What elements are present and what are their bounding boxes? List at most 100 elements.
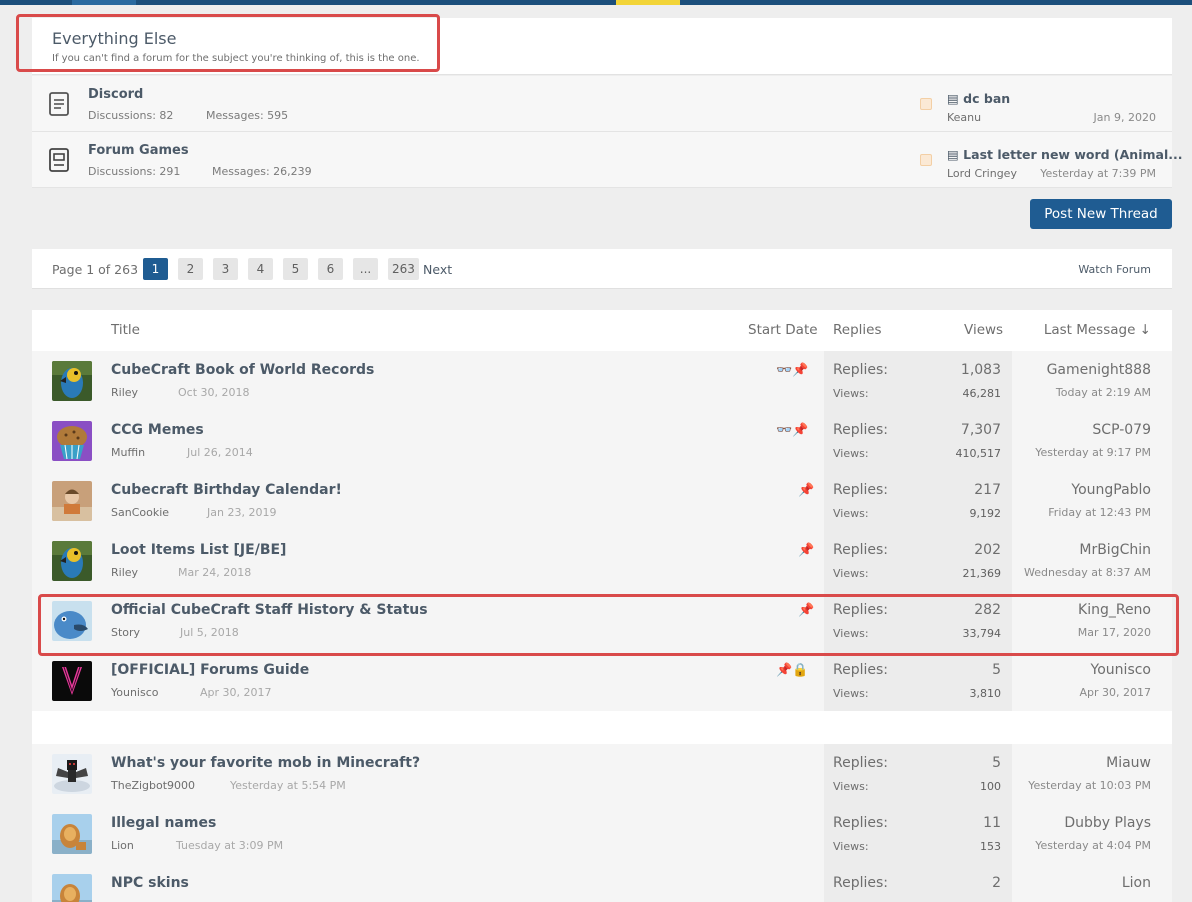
thread-author[interactable]: Riley [111,566,138,579]
replies-label: Replies: [833,875,889,891]
page-link-3[interactable]: 3 [213,258,238,280]
page-link-1[interactable]: 1 [143,258,168,280]
last-message-date[interactable]: Yesterday at 4:04 PM [1035,839,1151,852]
avatar[interactable] [52,421,92,461]
column-title[interactable]: Title [111,322,140,338]
thread-title[interactable]: Illegal names [111,815,216,831]
thread-title[interactable]: [OFFICIAL] Forums Guide [111,662,309,678]
thread-author[interactable]: Riley [111,386,138,399]
replies-label: Replies: [833,815,889,831]
thread-row[interactable]: NPC skinsReplies:Views:2Lion [32,864,1172,902]
forum-node-last-user[interactable]: Lord Cringey [947,167,1017,180]
thread-start-date[interactable]: Jan 23, 2019 [207,506,276,519]
avatar[interactable] [52,754,92,794]
replies-count: 7,307 [960,422,1001,438]
column-last-message[interactable]: Last Message ↓ [1044,322,1151,338]
thread-start-date[interactable]: Mar 24, 2018 [178,566,251,579]
page-jump-ellipsis[interactable]: ... [353,258,378,280]
views-count: 410,517 [955,447,1002,460]
thread-row[interactable]: Official CubeCraft Staff History & Statu… [32,591,1172,651]
page-link-2[interactable]: 2 [178,258,203,280]
last-message-user[interactable]: SCP-079 [1092,422,1151,438]
thread-author[interactable]: Younisco [111,686,159,699]
forum-node-last-post[interactable]: ▤ Last letter new word (Animal... [947,147,1182,162]
rss-icon[interactable] [920,154,932,166]
avatar[interactable] [52,541,92,581]
thread-author[interactable]: Lion [111,839,134,852]
avatar[interactable] [52,814,92,854]
thread-start-date[interactable]: Jul 5, 2018 [180,626,239,639]
thread-start-date[interactable]: Apr 30, 2017 [200,686,272,699]
thread-title[interactable]: Official CubeCraft Staff History & Statu… [111,602,428,618]
last-message-user[interactable]: Miauw [1106,755,1151,771]
thread-title[interactable]: Loot Items List [JE/BE] [111,542,286,558]
sticky-separator [32,711,1172,744]
thread-start-date[interactable]: Jul 26, 2014 [187,446,253,459]
thread-start-date[interactable]: Yesterday at 5:54 PM [230,779,346,792]
thread-author[interactable]: TheZigbot9000 [111,779,195,792]
thread-title[interactable]: What's your favorite mob in Minecraft? [111,755,420,771]
thread-title[interactable]: Cubecraft Birthday Calendar! [111,482,342,498]
avatar[interactable] [52,481,92,521]
thread-row[interactable]: What's your favorite mob in Minecraft? Th… [32,744,1172,804]
thread-row[interactable]: Illegal names Lion Tuesday at 3:09 PM Repli… [32,804,1172,864]
next-page-link[interactable]: Next [423,262,452,277]
last-message-user[interactable]: YoungPablo [1071,482,1151,498]
last-message-user[interactable]: Lion [1122,875,1151,891]
column-start-date[interactable]: Start Date [748,322,818,338]
thread-start-date[interactable]: Tuesday at 3:09 PM [176,839,283,852]
replies-count: 5 [992,662,1001,678]
thread-author[interactable]: Story [111,626,140,639]
forum-node-last-user[interactable]: Keanu [947,111,981,124]
forum-node-messages: Messages: 595 [206,109,289,122]
page-link-4[interactable]: 4 [248,258,273,280]
replies-label: Replies: [833,422,889,438]
thread-author[interactable]: SanCookie [111,506,169,519]
views-label: Views: [833,840,869,853]
page-link-5[interactable]: 5 [283,258,308,280]
page-link-6[interactable]: 6 [318,258,343,280]
forum-node-forum-games[interactable]: Forum Games Discussions: 291 Messages: 2… [32,132,1182,188]
last-message-user[interactable]: Gamenight888 [1047,362,1151,378]
last-message-date[interactable]: Mar 17, 2020 [1078,626,1151,639]
last-message-date[interactable]: Today at 2:19 AM [1056,386,1151,399]
column-replies[interactable]: Replies [833,322,882,338]
page-link-last[interactable]: 263 [388,258,419,280]
avatar[interactable] [52,361,92,401]
post-new-thread-button[interactable]: Post New Thread [1030,199,1172,229]
thread-row[interactable]: Cubecraft Birthday Calendar! SanCookie Jan… [32,471,1172,531]
last-message-date[interactable]: Yesterday at 9:17 PM [1035,446,1151,459]
last-message-user[interactable]: MrBigChin [1079,542,1151,558]
last-message-date[interactable]: Friday at 12:43 PM [1048,506,1151,519]
avatar[interactable] [52,661,92,701]
column-views[interactable]: Views [964,322,1003,338]
thread-start-date[interactable]: Oct 30, 2018 [178,386,250,399]
views-label: Views: [833,387,869,400]
avatar[interactable] [52,601,92,641]
last-message-date[interactable]: Wednesday at 8:37 AM [1024,566,1151,579]
replies-count: 202 [974,542,1001,558]
thread-row[interactable]: CubeCraft Book of World Records Riley Oct … [32,351,1172,411]
thread-author[interactable]: Muffin [111,446,145,459]
thread-title[interactable]: NPC skins [111,875,189,891]
replies-label: Replies: [833,482,889,498]
thread-row[interactable]: [OFFICIAL] Forums Guide Younisco Apr 30, 2… [32,651,1172,711]
forum-node-discord[interactable]: Discord Discussions: 82 Messages: 595 ▤ … [32,76,1172,132]
thread-row[interactable]: Loot Items List [JE/BE] Riley Mar 24, 2018… [32,531,1172,591]
thread-title[interactable]: CubeCraft Book of World Records [111,362,374,378]
thread-title[interactable]: CCG Memes [111,422,204,438]
avatar[interactable] [52,874,92,902]
rss-icon[interactable] [920,98,932,110]
replies-count: 217 [974,482,1001,498]
watch-forum-link[interactable]: Watch Forum [1078,263,1151,276]
forum-node-last-post[interactable]: ▤ dc ban [947,91,1010,106]
last-message-user[interactable]: Younisco [1091,662,1151,678]
last-message-date[interactable]: Apr 30, 2017 [1079,686,1151,699]
views-count: 21,369 [962,567,1002,580]
last-message-date[interactable]: Yesterday at 10:03 PM [1028,779,1151,792]
last-message-user[interactable]: Dubby Plays [1064,815,1151,831]
last-message-user[interactable]: King_Reno [1078,602,1151,618]
forum-node-title[interactable]: Discord [88,87,143,102]
thread-row[interactable]: CCG Memes Muffin Jul 26, 2014 👓📌 Replies: Vie… [32,411,1172,471]
forum-node-title[interactable]: Forum Games [88,143,189,158]
